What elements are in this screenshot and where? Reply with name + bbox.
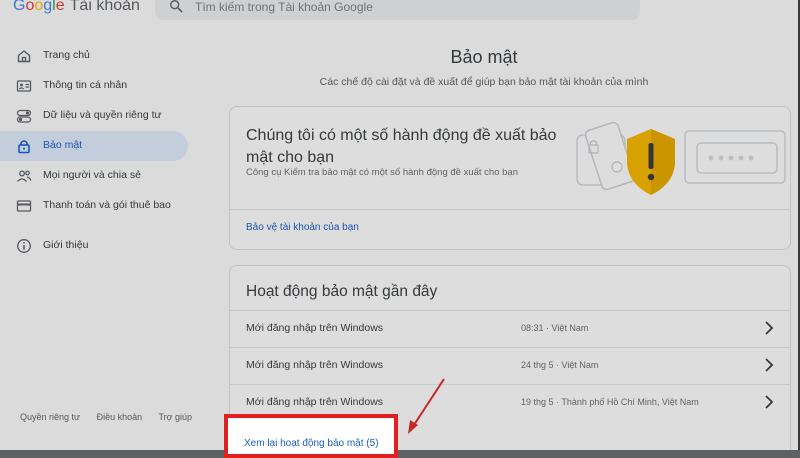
activity-row[interactable]: Mới đăng nhập trên Windows 24 thg 5 · Vi… — [230, 347, 790, 384]
sidebar-item-label: Mọi người và chia sẻ — [43, 169, 141, 181]
shield-warning-icon — [576, 121, 786, 195]
search-input[interactable]: Tìm kiếm trong Tài khoản Google — [195, 0, 373, 14]
product-name: Tài khoản — [69, 0, 140, 14]
card-divider — [230, 209, 790, 210]
info-icon — [17, 239, 31, 253]
activity-text: Mới đăng nhập trên Windows — [246, 322, 384, 334]
browser-frame: Google Tài khoản Tìm kiếm trong Tài khoản… — [0, 0, 800, 450]
logo-letter: o — [34, 0, 44, 14]
home-icon — [17, 50, 31, 63]
terms-link[interactable]: Điều khoản — [97, 412, 143, 422]
footer-links: Quyền riêng tư Điều khoản Trợ giúp — [20, 412, 206, 422]
people-icon — [17, 170, 32, 182]
privacy-link[interactable]: Quyền riêng tư — [20, 412, 80, 422]
lock-icon — [18, 140, 30, 154]
activity-meta: 08:31 · Việt Nam — [521, 323, 589, 333]
sidebar-item-label: Bảo mật — [43, 139, 83, 151]
sidebar-item-people-sharing[interactable]: Mọi người và chia sẻ — [0, 161, 188, 191]
protect-account-link[interactable]: Bảo vệ tài khoản của bạn — [246, 222, 359, 233]
sidebar-item-label: Thông tin cá nhân — [43, 79, 128, 91]
recommendation-title: Chúng tôi có một số hành động đề xuất bả… — [246, 127, 557, 166]
privacy-toggle-icon — [16, 109, 32, 123]
chevron-right-icon — [765, 358, 774, 372]
chevron-right-icon — [765, 395, 774, 409]
review-security-activity-link[interactable]: Xem lại hoạt động bảo mật (5) — [244, 438, 379, 449]
activity-title: Hoạt động bảo mật gần đây — [246, 283, 438, 300]
sidebar-item-home[interactable]: Trang chủ — [0, 41, 188, 71]
sidebar-item-label: Thanh toán và gói thuê bao — [43, 199, 171, 211]
activity-text: Mới đăng nhập trên Windows — [246, 396, 384, 408]
chevron-right-icon — [765, 321, 774, 335]
activity-text: Mới đăng nhập trên Windows — [246, 359, 384, 371]
logo-letter: e — [55, 0, 65, 14]
sidebar-item-data-privacy[interactable]: Dữ liệu và quyền riêng tư — [0, 101, 188, 131]
logo-letter: g — [43, 0, 53, 14]
logo-letter: G — [13, 0, 26, 14]
sidebar-item-label: Dữ liệu và quyền riêng tư — [43, 109, 162, 121]
sidebar-item-payments[interactable]: Thanh toán và gói thuê bao — [0, 191, 188, 221]
page-subtitle: Các chế độ cài đặt và đề xuất để giúp bạ… — [319, 76, 649, 88]
help-link[interactable]: Trợ giúp — [158, 412, 192, 422]
search-icon[interactable] — [169, 0, 183, 13]
sidebar-item-label: Trang chủ — [43, 49, 90, 61]
highlighted-review-link-box[interactable]: Xem lại hoạt động bảo mật (5) — [224, 414, 398, 458]
app-header: Google Tài khoản Tìm kiếm trong Tài khoản… — [0, 0, 798, 22]
search-bar[interactable]: Tìm kiếm trong Tài khoản Google — [155, 0, 640, 20]
sidebar-item-label: Giới thiệu — [43, 239, 89, 251]
credit-card-icon — [16, 200, 32, 212]
activity-meta: 19 thg 5 · Thành phố Hồ Chí Minh, Việt N… — [521, 397, 699, 407]
activity-meta: 24 thg 5 · Việt Nam — [521, 360, 599, 370]
security-recommendation-card: Chúng tôi có một số hành động đề xuất bả… — [229, 106, 791, 250]
recommendation-description: Công cụ Kiểm tra bảo mật có một số hành … — [246, 167, 518, 178]
sidebar-item-security[interactable]: Bảo mật — [0, 131, 188, 161]
sidebar-item-personal-info[interactable]: Thông tin cá nhân — [0, 71, 188, 101]
id-card-icon — [16, 80, 32, 92]
google-account-logo[interactable]: Google Tài khoản — [13, 0, 140, 15]
page-title: Bảo mật — [450, 47, 518, 67]
sidebar-item-about[interactable]: Giới thiệu — [0, 231, 188, 261]
activity-row[interactable]: Mới đăng nhập trên Windows 08:31 · Việt … — [230, 310, 790, 347]
